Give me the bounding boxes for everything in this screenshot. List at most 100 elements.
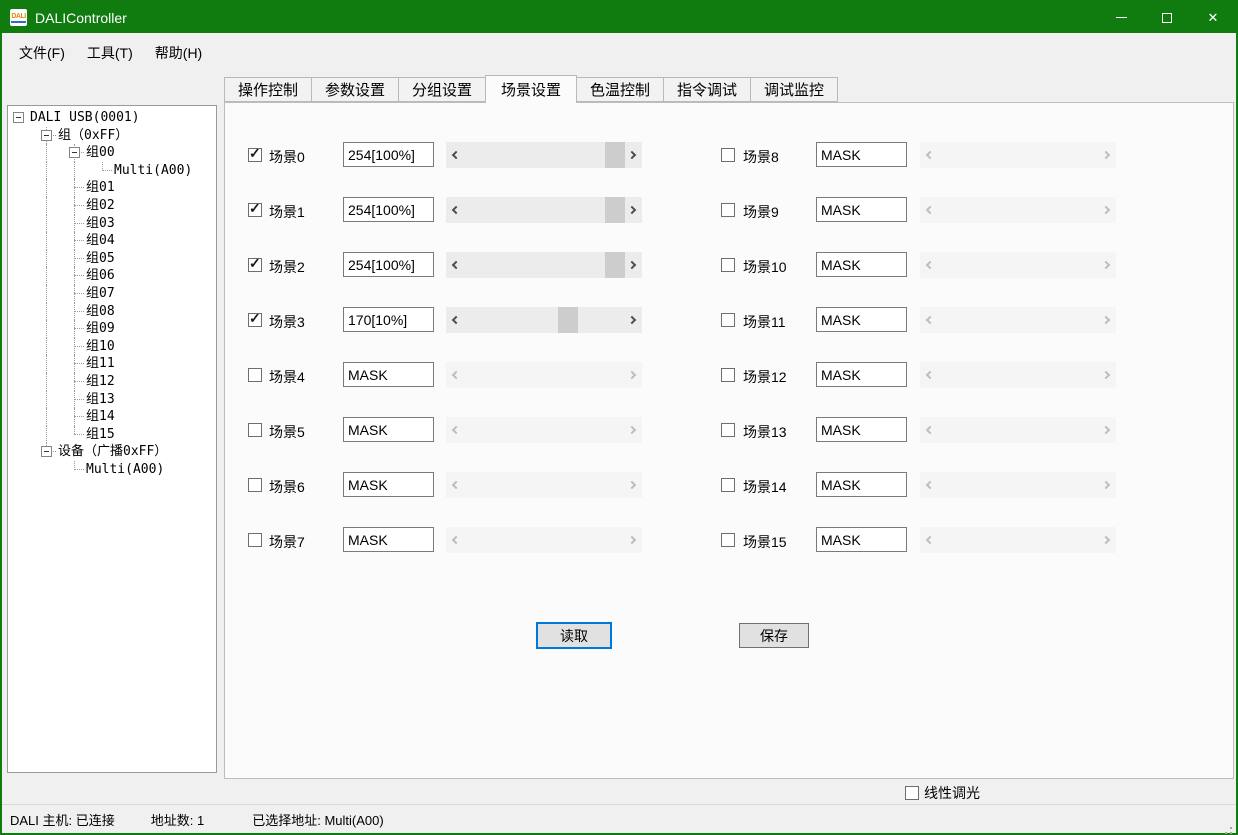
tree-node-label[interactable]: 组09: [84, 321, 117, 337]
scene-level-scrollbar[interactable]: [920, 307, 1116, 333]
tab-5[interactable]: 指令调试: [663, 77, 751, 102]
close-button[interactable]: ✕: [1190, 2, 1236, 33]
scene-level-scrollbar[interactable]: [920, 197, 1116, 223]
tree-node-label[interactable]: DALI USB(0001): [28, 110, 142, 126]
tree-row[interactable]: 组（0xFF）: [8, 127, 216, 145]
tree-node-label[interactable]: 组03: [84, 216, 117, 232]
tree-row[interactable]: 组03: [8, 215, 216, 233]
scene-value-input[interactable]: [816, 307, 907, 332]
scene-checkbox[interactable]: ✓: [721, 533, 735, 547]
read-button[interactable]: 读取: [536, 622, 612, 649]
tab-1[interactable]: 参数设置: [311, 77, 399, 102]
scene-level-scrollbar[interactable]: [920, 252, 1116, 278]
scene-value-input[interactable]: [816, 527, 907, 552]
tree-node-label[interactable]: 组04: [84, 233, 117, 249]
menu-item-2[interactable]: 帮助(H): [144, 38, 213, 68]
save-button[interactable]: 保存: [739, 623, 809, 648]
tree-row[interactable]: 组14: [8, 408, 216, 426]
scene-level-scrollbar[interactable]: [920, 362, 1116, 388]
tree-row[interactable]: 组01: [8, 179, 216, 197]
scene-value-input[interactable]: [816, 472, 907, 497]
tree-row[interactable]: 组00: [8, 144, 216, 162]
linear-dimming-checkbox[interactable]: [905, 786, 919, 800]
scene-level-scrollbar[interactable]: [920, 417, 1116, 443]
tree-node-label[interactable]: 组07: [84, 286, 117, 302]
tree-node-label[interactable]: 设备（广播0xFF）: [56, 444, 169, 460]
scrollbar-left-arrow[interactable]: [926, 371, 934, 379]
tree-row[interactable]: Multi(A00): [8, 461, 216, 479]
tab-4[interactable]: 色温控制: [576, 77, 664, 102]
tree-row[interactable]: 组07: [8, 285, 216, 303]
tree-row[interactable]: 设备（广播0xFF）: [8, 443, 216, 461]
scrollbar-left-arrow[interactable]: [926, 206, 934, 214]
scene-value-input[interactable]: [816, 417, 907, 442]
tree-node-label[interactable]: 组08: [84, 304, 117, 320]
scene-checkbox[interactable]: ✓: [721, 148, 735, 162]
tree-node-label[interactable]: 组（0xFF）: [56, 128, 130, 144]
tree-node-label[interactable]: 组12: [84, 374, 117, 390]
tree-row[interactable]: 组05: [8, 250, 216, 268]
tree-row[interactable]: Multi(A00): [8, 162, 216, 180]
resize-grip[interactable]: [1230, 827, 1232, 829]
scrollbar-right-arrow[interactable]: [1102, 151, 1110, 159]
tree-node-label[interactable]: 组10: [84, 339, 117, 355]
tree-row[interactable]: 组15: [8, 426, 216, 444]
scrollbar-left-arrow[interactable]: [926, 536, 934, 544]
maximize-button[interactable]: [1144, 2, 1190, 33]
tree-row[interactable]: 组06: [8, 267, 216, 285]
menu-item-0[interactable]: 文件(F): [8, 38, 76, 68]
tree-row[interactable]: 组04: [8, 232, 216, 250]
scene-level-scrollbar[interactable]: [920, 472, 1116, 498]
tree-node-label[interactable]: Multi(A00): [84, 462, 166, 478]
scrollbar-left-arrow[interactable]: [926, 151, 934, 159]
tree-node-label[interactable]: 组01: [84, 180, 117, 196]
tree-node-label[interactable]: 组05: [84, 251, 117, 267]
scrollbar-left-arrow[interactable]: [926, 316, 934, 324]
scrollbar-right-arrow[interactable]: [1102, 426, 1110, 434]
scene-level-scrollbar[interactable]: [920, 527, 1116, 553]
scrollbar-right-arrow[interactable]: [1102, 316, 1110, 324]
tree-node-label[interactable]: 组02: [84, 198, 117, 214]
scene-value-input[interactable]: [816, 197, 907, 222]
tree-row[interactable]: 组09: [8, 320, 216, 338]
scene-checkbox[interactable]: ✓: [721, 258, 735, 272]
scene-level-scrollbar[interactable]: [920, 142, 1116, 168]
scene-checkbox[interactable]: ✓: [721, 368, 735, 382]
scrollbar-left-arrow[interactable]: [926, 426, 934, 434]
tree-collapse-icon[interactable]: [69, 147, 80, 158]
tree-collapse-icon[interactable]: [41, 130, 52, 141]
tree-node-label[interactable]: 组00: [84, 145, 117, 161]
scene-value-input[interactable]: [816, 362, 907, 387]
scrollbar-right-arrow[interactable]: [1102, 371, 1110, 379]
tab-6[interactable]: 调试监控: [750, 77, 838, 102]
tree-node-label[interactable]: 组15: [84, 427, 117, 443]
scrollbar-left-arrow[interactable]: [926, 261, 934, 269]
tree-collapse-icon[interactable]: [13, 112, 24, 123]
minimize-button[interactable]: [1098, 2, 1144, 33]
tree-node-label[interactable]: Multi(A00): [112, 163, 194, 179]
tree-row[interactable]: 组11: [8, 355, 216, 373]
menu-item-1[interactable]: 工具(T): [76, 38, 144, 68]
scene-value-input[interactable]: [816, 252, 907, 277]
scene-checkbox[interactable]: ✓: [721, 423, 735, 437]
scene-checkbox[interactable]: ✓: [721, 313, 735, 327]
tree-node-label[interactable]: 组14: [84, 409, 117, 425]
scene-value-input[interactable]: [816, 142, 907, 167]
tree-node-label[interactable]: 组06: [84, 268, 117, 284]
scrollbar-left-arrow[interactable]: [926, 481, 934, 489]
device-tree[interactable]: DALI USB(0001)组（0xFF）组00Multi(A00)组01组02…: [7, 105, 217, 773]
tree-row[interactable]: DALI USB(0001): [8, 109, 216, 127]
scrollbar-right-arrow[interactable]: [1102, 481, 1110, 489]
tree-row[interactable]: 组02: [8, 197, 216, 215]
tree-row[interactable]: 组13: [8, 391, 216, 409]
tree-node-label[interactable]: 组11: [84, 356, 117, 372]
scrollbar-right-arrow[interactable]: [1102, 261, 1110, 269]
tab-0[interactable]: 操作控制: [224, 77, 312, 102]
scrollbar-right-arrow[interactable]: [1102, 536, 1110, 544]
tree-collapse-icon[interactable]: [41, 446, 52, 457]
tab-3[interactable]: 场景设置: [485, 75, 577, 103]
tree-node-label[interactable]: 组13: [84, 392, 117, 408]
tab-2[interactable]: 分组设置: [398, 77, 486, 102]
tree-row[interactable]: 组08: [8, 303, 216, 321]
scene-checkbox[interactable]: ✓: [721, 203, 735, 217]
